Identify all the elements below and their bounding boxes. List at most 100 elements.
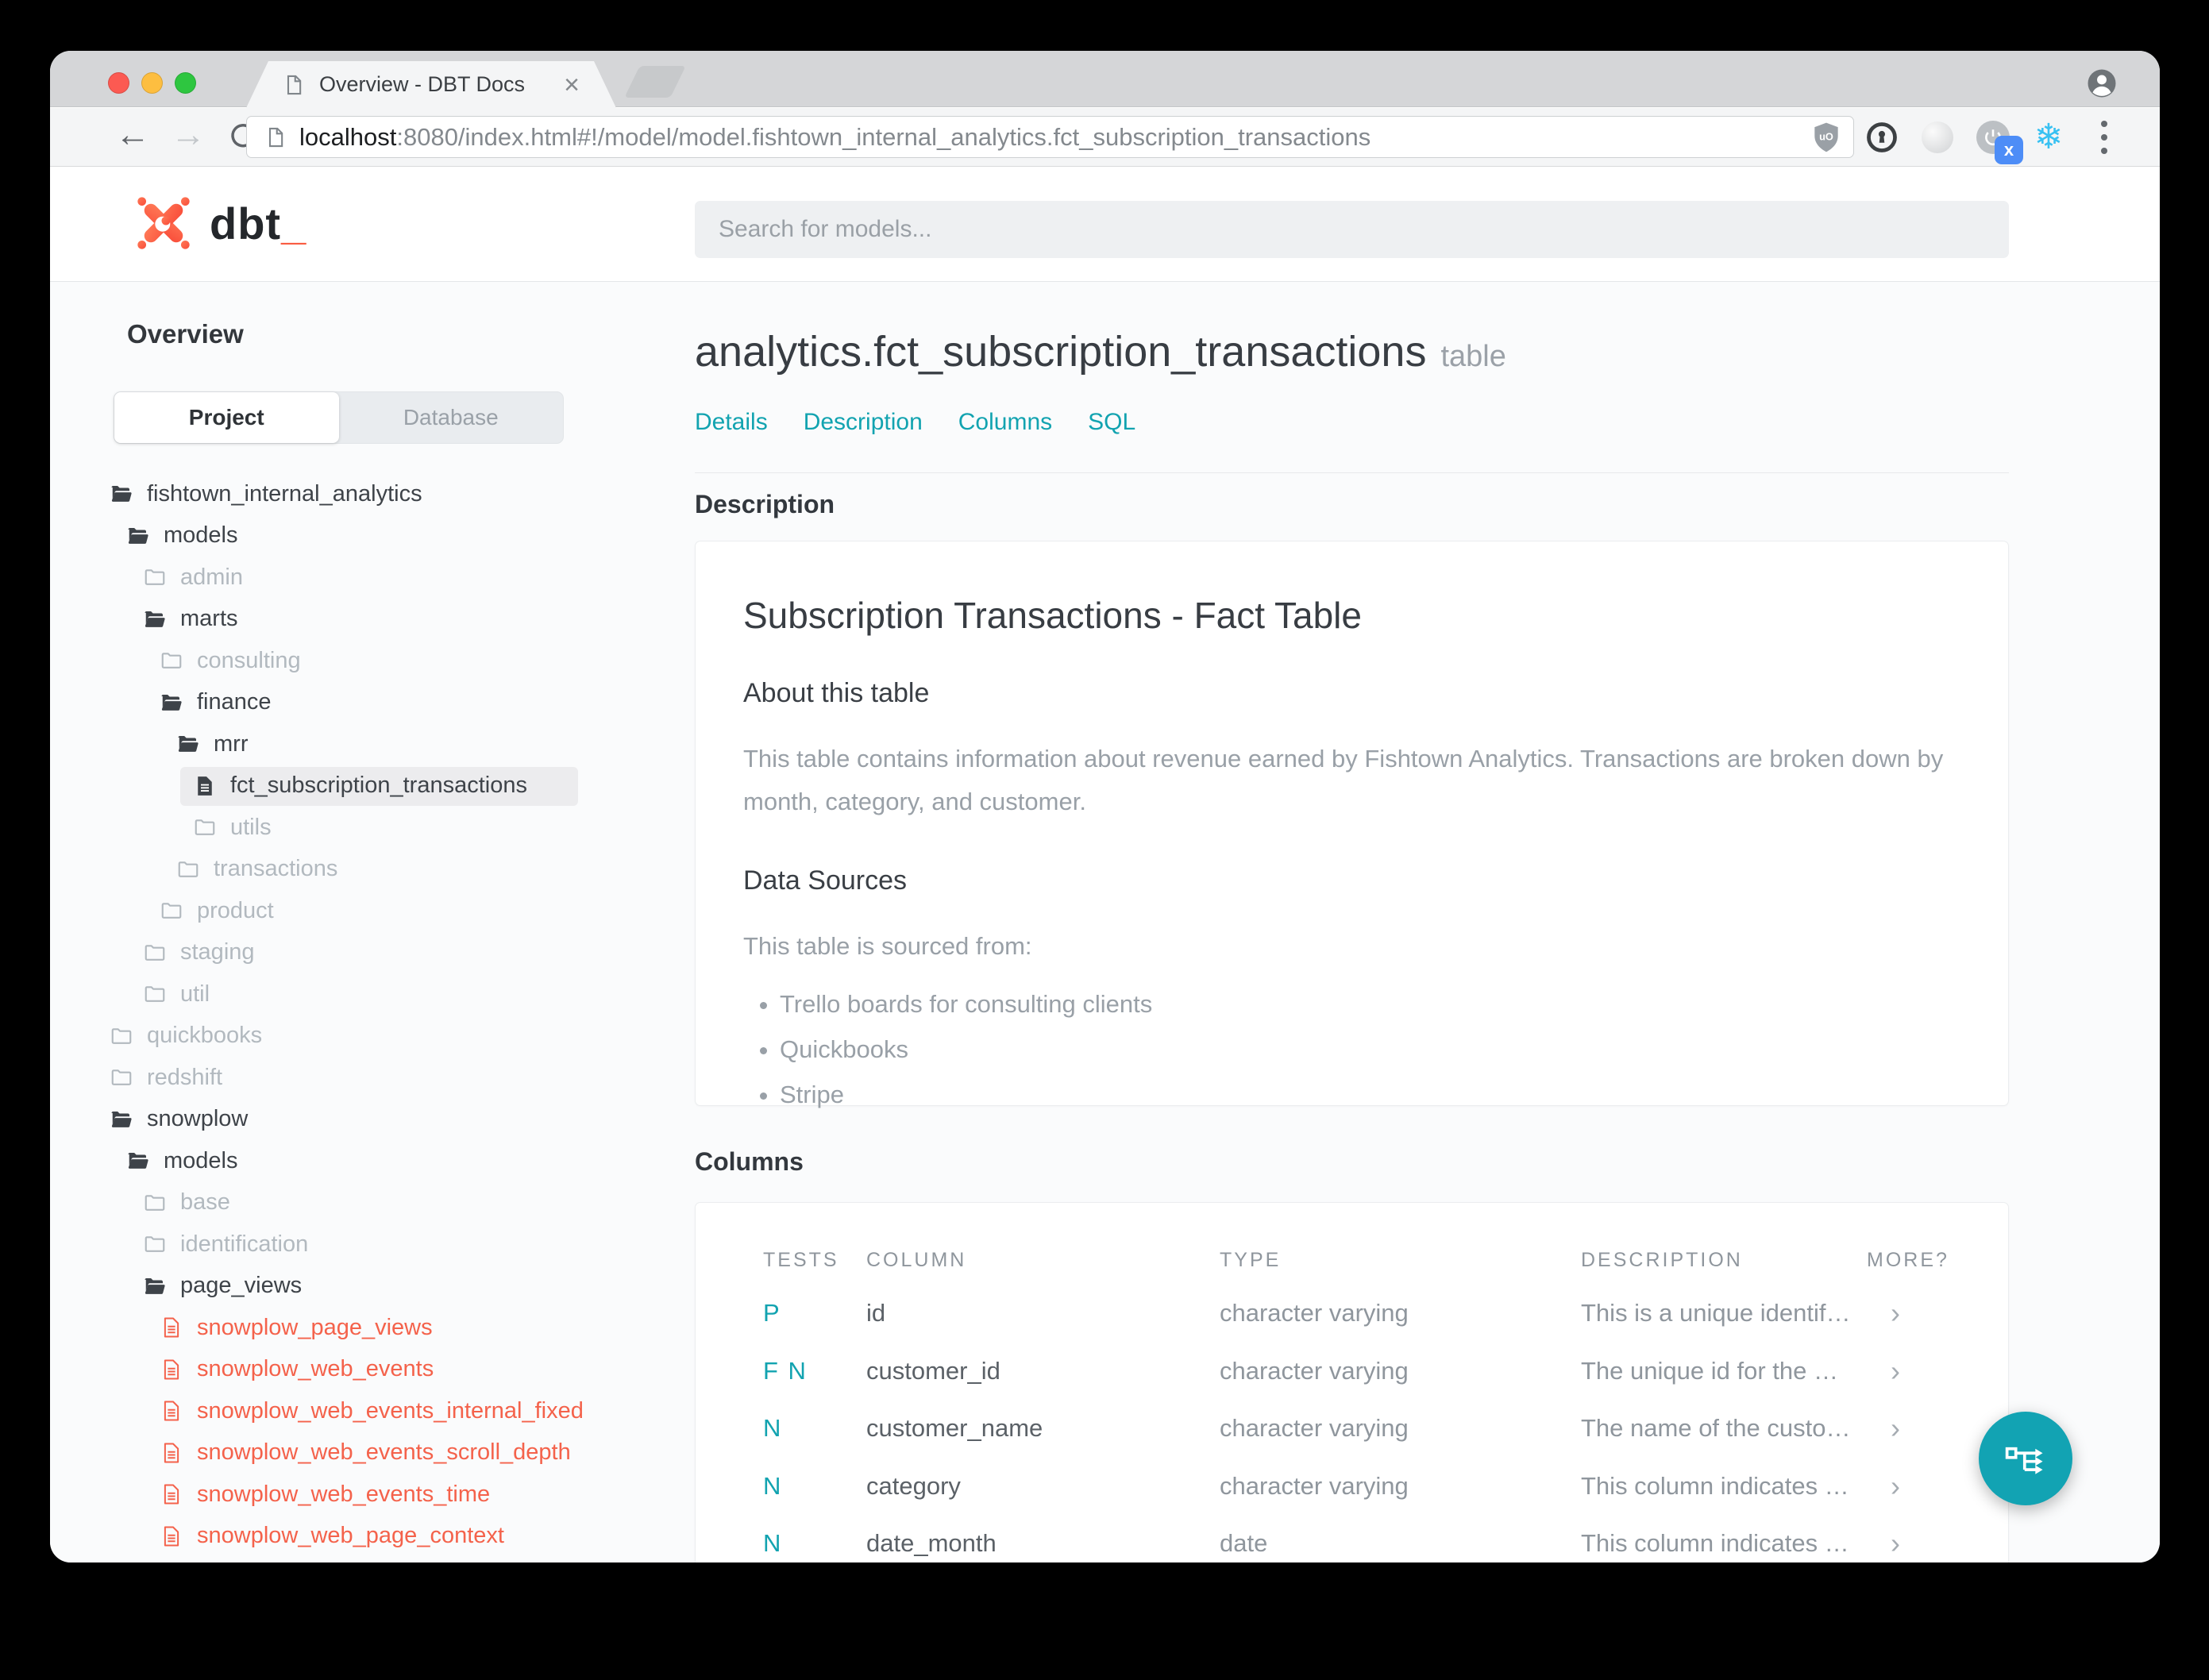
browser-menu-button[interactable] [2087,120,2122,155]
back-button[interactable]: ← [115,118,150,152]
folder-open-icon [126,524,150,548]
tree-item-identification[interactable]: identification [50,1223,695,1266]
anchor-link-sql[interactable]: SQL [1088,409,1135,436]
tree-item-mrr[interactable]: mrr [50,723,695,765]
search-input[interactable] [695,201,2009,258]
file-icon [193,774,217,798]
tree-item-label: redshift [147,1064,223,1090]
anchor-link-columns[interactable]: Columns [958,409,1052,436]
tree-item-product[interactable]: product [50,890,695,932]
close-window-button[interactable] [108,72,129,94]
cell-desc-id: This is a unique identif… [1581,1299,1851,1327]
onepassword-extension-button[interactable] [1864,120,1899,155]
tree-item-models[interactable]: models [50,1140,695,1182]
cell-tests-date_month: N [763,1529,783,1558]
cell-desc-date_month: This column indicates … [1581,1529,1849,1558]
tree-item-utils[interactable]: utils [50,807,695,849]
expand-row-customer_name[interactable]: › [1867,1400,1942,1458]
expand-row-date_month[interactable]: › [1867,1515,1942,1562]
tree-item-label: snowplow_web_events_time [197,1481,491,1507]
tree-item-quickbooks[interactable]: quickbooks [50,1015,695,1058]
description-card: Subscription Transactions - Fact Table A… [695,541,2009,1108]
tree-item-page_views[interactable]: page_views [50,1266,695,1308]
tree-item-staging[interactable]: staging [50,932,695,974]
tree-item-label: utils [230,814,272,840]
browser-tab[interactable]: Overview - DBT Docs × [246,61,616,108]
tree-item-fishtown_internal_analytics[interactable]: fishtown_internal_analytics [50,473,695,515]
browser-toolbar: ← → localhost:8080/index.html#!/model/mo… [50,108,2160,167]
gray-orb-extension-button[interactable] [1920,120,1955,155]
tree-item-transactions[interactable]: transactions [50,849,695,891]
tab-close-icon[interactable]: × [564,71,580,98]
tree-item-snowplow_web_events_time[interactable]: snowplow_web_events_time [50,1474,695,1516]
sidebar-tab-database[interactable]: Database [339,392,564,443]
anchor-link-description[interactable]: Description [804,409,923,436]
tree-item-label: product [197,897,274,923]
file-red-icon [160,1441,183,1465]
snowflake-extension-button[interactable]: ❄ [2031,120,2066,155]
folder-open-icon [143,607,167,631]
tree-item-label: snowplow_page_views [197,1314,433,1340]
tree-item-snowplow_page_views[interactable]: snowplow_page_views [50,1307,695,1349]
tree-item-marts[interactable]: marts [50,599,695,641]
sidebar-tab-project[interactable]: Project [114,392,339,443]
tree-item-label: marts [180,606,238,632]
tree-item-consulting[interactable]: consulting [50,640,695,682]
cell-desc-customer_id: The unique id for the … [1581,1356,1838,1385]
tree-item-label: mrr [214,730,249,757]
tree-item-redshift[interactable]: redshift [50,1057,695,1099]
file-red-icon [160,1358,183,1381]
browser-window: Overview - DBT Docs × ← → localhost:8080… [50,51,2160,1562]
model-type-badge: table [1440,340,1506,373]
svg-text:uO: uO [1819,130,1833,142]
chevron-right-icon: › [1891,1469,1900,1502]
tree-item-label: snowplow_web_events [197,1356,434,1382]
zoom-window-button[interactable] [175,72,196,94]
dbt-logo[interactable]: dbt_ [133,193,306,253]
expand-row-category[interactable]: › [1867,1458,1942,1516]
sidebar-view-switcher: Project Database [114,391,564,444]
anchor-nav: Details Description Columns SQL [695,409,1135,436]
tree-item-fct_subscription_transactions[interactable]: fct_subscription_transactions [50,765,695,807]
expand-row-customer_id[interactable]: › [1867,1343,1942,1401]
file-red-icon [160,1316,183,1339]
cell-desc-category: This column indicates … [1581,1471,1849,1500]
tree-item-models[interactable]: models [50,515,695,557]
tree-item-util[interactable]: util [50,973,695,1015]
tree-item-snowplow_web_events_internal_fixed[interactable]: snowplow_web_events_internal_fixed [50,1390,695,1432]
anchor-link-details[interactable]: Details [695,409,768,436]
url-text: localhost:8080/index.html#!/model/model.… [299,123,1371,152]
cell-type-date_month: date [1220,1529,1268,1558]
minimize-window-button[interactable] [141,72,163,94]
profile-avatar-icon[interactable] [2085,67,2118,100]
tree-item-admin[interactable]: admin [50,557,695,599]
tree-item-snowplow_web_events_scroll_depth[interactable]: snowplow_web_events_scroll_depth [50,1432,695,1474]
expand-row-id[interactable]: › [1867,1285,1942,1343]
columns-table: TESTS COLUMN TYPE DESCRIPTION MORE? Pid charac… [763,1249,1960,1562]
lineage-graph-icon [2005,1447,2043,1474]
file-red-icon [160,1399,183,1423]
power-extension-button[interactable]: x [1976,120,2023,164]
tree-item-label: staging [180,939,255,965]
sources-list: Trello boards for consulting clients Quic… [743,987,1960,1113]
new-tab-button[interactable] [624,66,686,98]
tree-item-snowplow_web_events[interactable]: snowplow_web_events [50,1349,695,1391]
tree-item-base[interactable]: base [50,1182,695,1224]
ublock-extension-button[interactable]: uO [1809,120,1844,155]
tree-item-snowplow[interactable]: snowplow [50,1099,695,1141]
cell-tests-customer_id: F N [763,1356,808,1385]
folder-icon [143,941,167,965]
folder-icon [143,1191,167,1215]
window-controls [108,72,196,94]
forward-button[interactable]: → [171,118,206,152]
lineage-graph-fab[interactable] [1979,1412,2072,1505]
url-bar[interactable]: localhost:8080/index.html#!/model/model.… [246,116,1854,158]
tree-item-label: snowplow_web_events_internal_fixed [197,1397,584,1424]
app-content: Overview Project Database fishtown_intern… [50,282,2160,1562]
tree-item-snowplow_web_page_context[interactable]: snowplow_web_page_context [50,1516,695,1558]
folder-icon [160,899,183,923]
x-badge: x [1995,136,2023,164]
tree-item-label: transactions [214,856,338,882]
tree-item-finance[interactable]: finance [50,682,695,724]
file-red-icon [160,1482,183,1506]
